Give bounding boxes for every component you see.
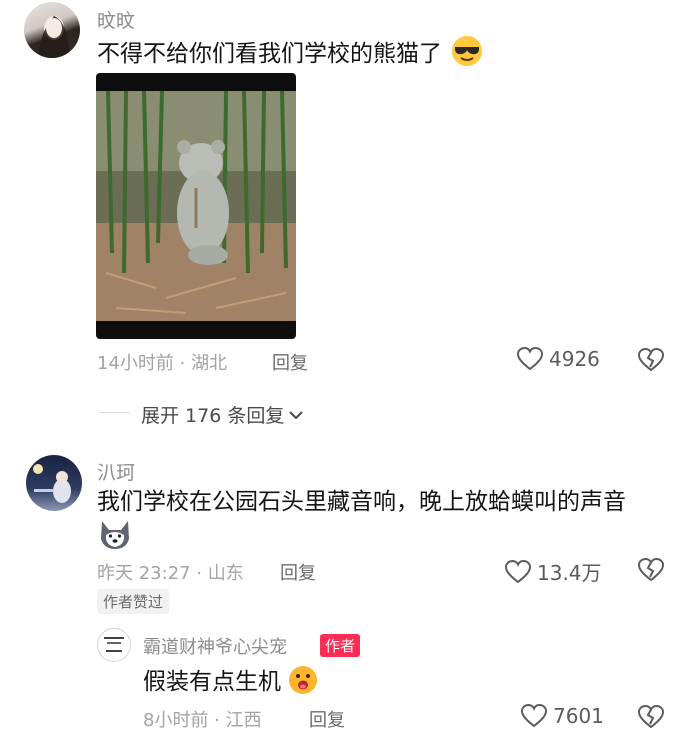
like-count: 13.4万 [537, 561, 602, 585]
comment-meta: 14小时前 · 湖北 [97, 353, 228, 374]
cool-emoji-icon [452, 36, 483, 66]
avatar[interactable] [24, 2, 80, 58]
dislike-icon[interactable] [638, 348, 664, 372]
panda-statue-image [96, 90, 296, 321]
reply-button[interactable]: 回复 [280, 559, 316, 585]
dislike-icon[interactable] [638, 705, 664, 729]
like-count: 4926 [549, 347, 600, 371]
like-count: 7601 [553, 704, 604, 728]
avatar[interactable] [97, 628, 131, 662]
reply-meta: 8小时前 · 江西 [143, 710, 262, 731]
avatar-photo [104, 637, 124, 652]
avatar-photo [33, 464, 71, 503]
heart-icon [505, 559, 531, 583]
author-liked-badge: 作者赞过 [97, 589, 170, 614]
comment-photo[interactable] [96, 73, 296, 339]
expand-replies-divider [100, 412, 130, 413]
reply-button[interactable]: 回复 [272, 349, 308, 375]
comment-username[interactable]: 旼旼 [97, 6, 135, 33]
husky-emoji-icon [101, 521, 129, 549]
comment-username[interactable]: 汃珂 [97, 458, 135, 485]
avatar[interactable] [26, 455, 82, 511]
heart-icon [521, 704, 547, 728]
reply-username[interactable]: 霸道财神爷心尖宠 [143, 633, 287, 659]
like-button[interactable]: 7601 [521, 704, 604, 728]
like-button[interactable]: 13.4万 [505, 557, 602, 586]
avatar-photo [38, 16, 70, 58]
comment-text-content: 不得不给你们看我们学校的熊猫了 [97, 41, 442, 67]
comment-text: 不得不给你们看我们学校的熊猫了 [97, 35, 483, 70]
reply-text: 假装有点生机 [143, 665, 318, 698]
author-badge: 作者 [320, 634, 361, 657]
comment-meta: 昨天 23:27 · 山东 [97, 563, 244, 584]
expand-replies-label: 展开 176 条回复 [141, 405, 285, 427]
expand-replies-button[interactable]: 展开 176 条回复 [141, 401, 304, 428]
comment-text: 我们学校在公园石头里藏音响，晚上放蛤蟆叫的声音 [97, 489, 626, 515]
reply-text-content: 假装有点生机 [143, 669, 281, 695]
reply-button[interactable]: 回复 [309, 706, 345, 732]
shocked-emoji-icon [289, 666, 318, 694]
like-button[interactable]: 4926 [517, 347, 600, 371]
heart-icon [517, 347, 543, 371]
dislike-icon[interactable] [638, 558, 664, 582]
chevron-down-icon [289, 410, 304, 419]
